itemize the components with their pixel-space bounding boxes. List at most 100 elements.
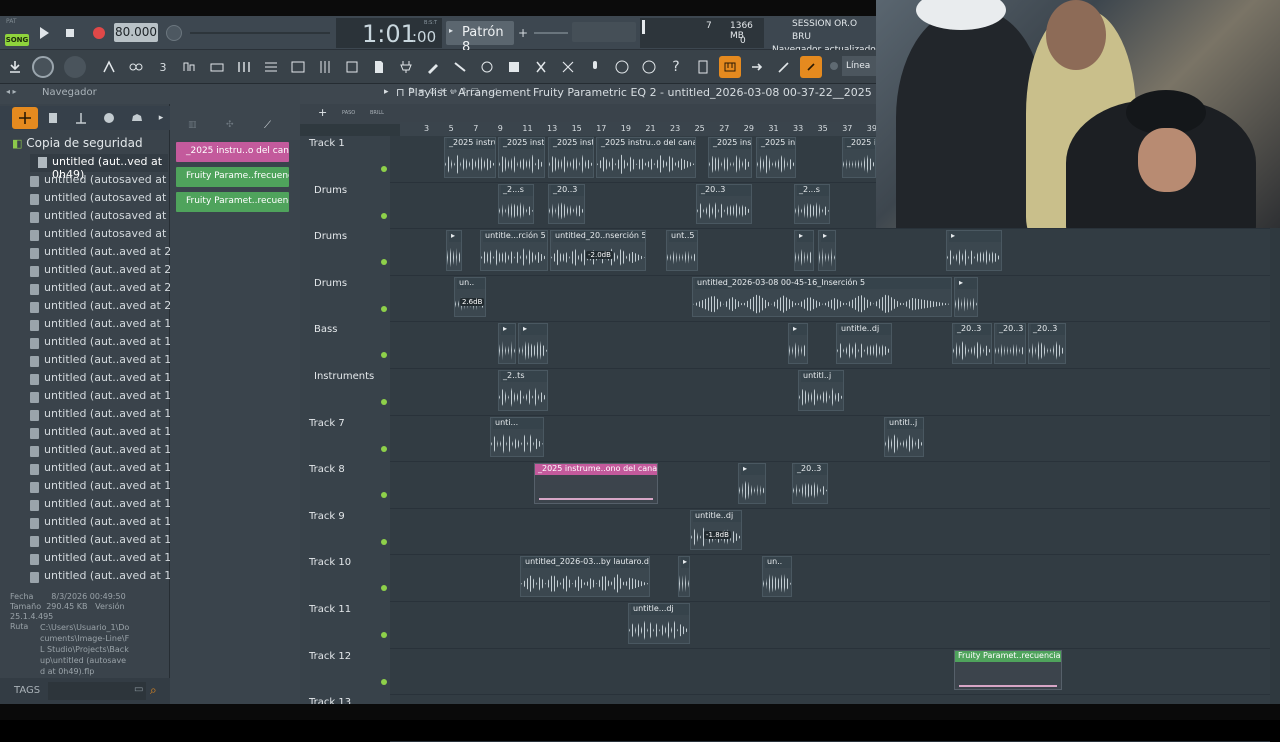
file-list-item[interactable]: untitled (aut..aved at 14h47) [0,352,170,370]
snap-selector[interactable]: Línea [842,56,876,76]
search-icon[interactable]: ⌕ [150,683,157,698]
master-volume-knob[interactable] [32,56,54,78]
file-list-item[interactable]: untitled (aut..aved at 14h59) [0,334,170,352]
track-name[interactable]: Instruments [314,371,374,382]
audio-clip[interactable]: _2025 instru..o del canal [842,137,876,178]
audio-clip[interactable]: untitl..j [798,370,844,411]
track-name[interactable]: Bass [314,324,337,335]
tags-input[interactable] [48,682,146,700]
track-enable-led[interactable] [381,445,387,452]
audio-clip[interactable]: untitle...dj [628,603,690,644]
picker-curve-icon[interactable]: ⟋ [264,120,271,131]
file-list-item[interactable]: untitled (autosaved at 0h28) [0,190,170,208]
track-enable-led[interactable] [381,166,387,172]
audio-clip[interactable]: _2...s [498,183,534,225]
audio-clip[interactable]: _2025 instru..o del canal [548,137,594,178]
file-list-item[interactable]: untitled (autosaved at 0h17) [0,208,170,226]
track-enable-led[interactable] [381,305,387,312]
backup-folder[interactable]: ◧ Copia de seguridad [12,136,162,152]
help-icon[interactable]: ? [665,56,687,78]
pencil-tool-icon[interactable] [422,56,444,78]
song-position-slider[interactable] [190,32,330,34]
file-list-item[interactable]: untitled (aut..aved at 23h56) [0,244,170,262]
audio-clip[interactable]: un.. [762,556,792,597]
blend-notes-icon[interactable] [179,56,201,78]
all-files-icon[interactable] [12,107,38,129]
audio-clip[interactable]: _2025 instru..o del canal [708,137,752,178]
plugin-icon[interactable] [395,56,417,78]
audio-clip[interactable]: untitl..j [884,416,924,458]
tools-icon[interactable] [557,56,579,78]
step-edit-icon[interactable]: 3 [152,56,174,78]
track-name[interactable]: Track 7 [309,418,345,429]
track-name[interactable]: Drums [314,231,347,242]
brush-icon[interactable] [449,56,471,78]
audio-clip[interactable]: _20..3 [548,183,585,225]
add-pattern-icon[interactable]: + [512,22,534,44]
pat-mode-label[interactable]: PAT [6,18,17,25]
playlist-arrow-icon[interactable]: ▸ [384,87,389,97]
audio-clip[interactable]: ▸ [954,276,978,318]
audio-clip[interactable]: _2025 instru..o del canal [596,137,696,178]
chat-icon[interactable] [638,56,660,78]
metronome-icon[interactable] [98,56,120,78]
audio-clip[interactable]: _20..3 [952,323,992,364]
audio-clip[interactable]: ▸ [788,323,808,364]
master-pitch-dial[interactable] [64,56,86,78]
volume-area[interactable] [572,22,636,42]
track-name[interactable]: Track 9 [309,511,345,522]
audio-clip[interactable]: _2025 instru..o del canal [444,137,496,178]
document-icon[interactable] [368,56,390,78]
picker-icon-1[interactable]: ▥ [188,120,197,130]
track-enable-led[interactable] [381,352,387,359]
track-enable-led[interactable] [381,399,387,405]
track-enable-led[interactable] [381,632,387,638]
song-mode-button[interactable]: SONG [5,34,29,46]
picker-icon-2[interactable]: ✣ [226,120,234,130]
file-list-item[interactable]: untitled (aut..aved at 15h11) [0,442,170,460]
file-list-item[interactable]: untitled (aut..aved at 13h42) [0,496,170,514]
audio-clip[interactable]: untitle...rción 5 [480,230,548,271]
audio-clip[interactable]: ▸ [794,230,814,271]
file-list-item[interactable]: untitled (aut..aved at 11h21) [0,550,170,568]
download-icon[interactable] [4,56,26,78]
browser-icon[interactable] [341,56,363,78]
audio-clip[interactable]: unti... [490,416,544,458]
file-list-item[interactable]: untitled (aut..aved at 13h49) [0,424,170,442]
audio-clip[interactable]: _2..ts [498,370,548,411]
add-track-icon[interactable]: + [318,106,327,119]
cloud-icon[interactable] [126,107,148,129]
folder-small-icon[interactable]: ▭ [134,684,143,695]
track-enable-led[interactable] [381,585,387,592]
tags-label[interactable]: TAGS [14,685,40,696]
track-enable-led[interactable] [381,492,387,499]
audio-clip[interactable]: _20..3 [1028,323,1066,364]
audio-clip[interactable]: ▸ [678,556,690,597]
save-icon[interactable] [503,56,525,78]
stop-icon[interactable] [59,22,81,44]
audio-clip[interactable]: ▸ [518,323,548,364]
tablet-icon[interactable] [692,56,714,78]
track-name[interactable]: Track 8 [309,464,345,475]
plugins-icon[interactable] [70,107,92,129]
track-enable-led[interactable] [381,259,387,266]
picker-clip-2[interactable]: Fruity Paramet..recuencia [176,192,289,212]
link-icon[interactable] [800,56,822,78]
pattern-selector[interactable]: ▸ Patrón 8 [446,21,514,55]
file-list-item[interactable]: untitled (aut..aved at 14h43) [0,460,170,478]
audio-clip[interactable]: _20..3 [696,183,752,225]
file-list-item[interactable]: untitled (aut..aved at 23h35) [0,280,170,298]
picker-clip-0[interactable]: _2025 instru..o del canal [176,142,289,162]
audio-clip[interactable]: ▸ [818,230,836,271]
file-list-item[interactable]: untitled (aut..aved at 11h41) [0,532,170,550]
file-list-item[interactable]: untitled (aut..aved at 12h11) [0,568,170,586]
selected-file[interactable]: untitled (aut..ved at 0h49) [30,154,168,181]
play-icon[interactable] [33,22,55,44]
track-name[interactable]: Track 12 [309,651,351,662]
file-list-item[interactable]: untitled (aut..aved at 22h42) [0,298,170,316]
track-name[interactable]: Track 1 [309,138,345,149]
file-list-item[interactable]: untitled (aut..aved at 14h31) [0,478,170,496]
piano-keys-icon[interactable] [719,56,741,78]
track-enable-led[interactable] [381,678,387,685]
audio-clip[interactable]: _20..3 [994,323,1026,364]
